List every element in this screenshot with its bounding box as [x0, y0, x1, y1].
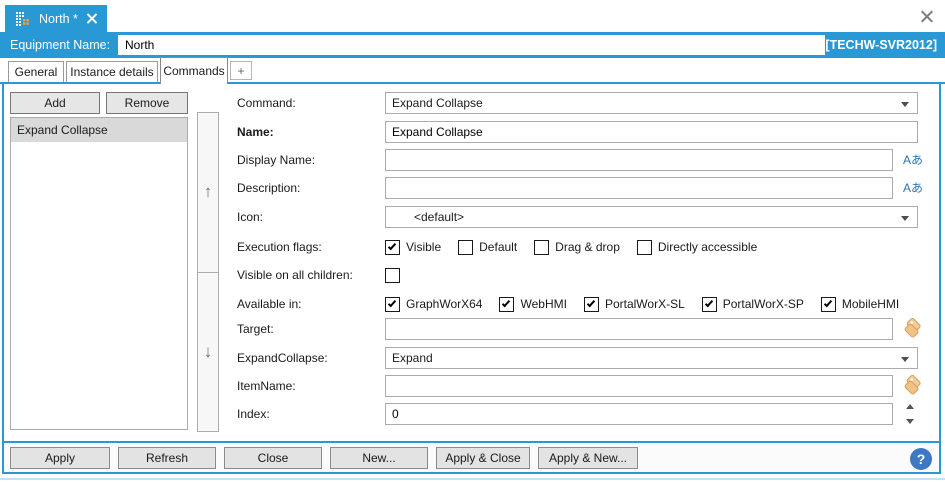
move-up-button[interactable]: ↑ [198, 113, 218, 273]
tab-commands[interactable]: Commands [160, 57, 228, 84]
frame-line-bottom [2, 472, 941, 474]
server-name-badge: [TECHW-SVR2012] [825, 38, 937, 52]
refresh-button[interactable]: Refresh [118, 446, 216, 469]
visible-all-children-checkbox[interactable] [385, 267, 400, 283]
tab-instance-details[interactable]: Instance details [66, 61, 158, 82]
target-label: Target: [237, 322, 274, 336]
checkbox-checked-icon[interactable] [499, 296, 515, 312]
apply-new-button[interactable]: Apply & New... [538, 446, 638, 469]
equipment-editor-window: North * Equipment Name: [TECHW-SVR2012] … [0, 0, 945, 483]
new-button[interactable]: New... [330, 446, 428, 469]
spinner-down-icon[interactable] [906, 419, 914, 424]
frame-line-top [0, 82, 945, 84]
localize-icon[interactable]: Aあ [903, 149, 927, 171]
flag-visible[interactable]: Visible [385, 239, 441, 255]
visible-all-children-group [385, 266, 400, 284]
frame-line-footer-divider [2, 441, 941, 443]
item-name-input[interactable] [385, 375, 893, 397]
add-command-button[interactable]: Add [10, 92, 100, 114]
flag-drag-drop[interactable]: Drag & drop [534, 239, 620, 255]
available-in-group: GraphWorX64 WebHMI PortalWorX-SL PortalW… [385, 295, 899, 313]
frame-line-left [2, 82, 4, 474]
icon-label: Icon: [237, 210, 264, 224]
chevron-down-icon [901, 216, 909, 221]
icon-dropdown-value: <default> [414, 210, 465, 224]
help-button[interactable]: ? [910, 448, 932, 470]
apply-button[interactable]: Apply [10, 446, 110, 469]
localize-icon[interactable]: Aあ [903, 177, 927, 199]
document-tab-title: North * [39, 11, 78, 26]
down-arrow-icon: ↓ [203, 341, 213, 361]
visible-all-children-label: Visible on all children: [237, 268, 353, 282]
description-label: Description: [237, 181, 301, 195]
available-mobilehmi[interactable]: MobileHMI [820, 296, 899, 312]
index-input[interactable] [385, 403, 893, 425]
chevron-down-icon [901, 357, 909, 362]
description-input[interactable] [385, 177, 893, 199]
available-webhmi[interactable]: WebHMI [499, 296, 567, 312]
frame-line-right [939, 82, 941, 474]
checkbox-checked-icon[interactable] [385, 239, 400, 255]
flag-directly-accessible[interactable]: Directly accessible [636, 239, 757, 255]
equipment-name-label: Equipment Name: [10, 38, 111, 52]
remove-command-button[interactable]: Remove [106, 92, 188, 114]
command-list-item[interactable]: Expand Collapse [11, 118, 187, 142]
name-label: Name: [237, 125, 274, 139]
name-input[interactable] [385, 121, 918, 143]
expand-collapse-dropdown[interactable]: Expand [385, 347, 918, 369]
spinner-up-icon[interactable] [906, 404, 914, 409]
equipment-name-bar: Equipment Name: [TECHW-SVR2012] [0, 32, 945, 58]
equipment-name-input[interactable] [118, 35, 825, 55]
available-in-label: Available in: [237, 297, 302, 311]
item-name-label: ItemName: [237, 379, 296, 393]
move-down-button[interactable]: ↓ [198, 272, 218, 431]
expand-collapse-label: ExpandCollapse: [237, 351, 328, 365]
equipment-icon [16, 11, 29, 26]
command-dropdown[interactable]: Expand Collapse [385, 92, 918, 114]
chevron-down-icon [901, 102, 909, 107]
reorder-strip: ↑ ↓ [197, 112, 219, 432]
available-portalworx-sl[interactable]: PortalWorX-SL [583, 296, 685, 312]
available-graphworx64[interactable]: GraphWorX64 [385, 296, 482, 312]
flag-default[interactable]: Default [458, 239, 517, 255]
target-input[interactable] [385, 318, 893, 340]
window-close-icon[interactable] [920, 9, 934, 23]
index-label: Index: [237, 407, 270, 421]
close-button[interactable]: Close [224, 446, 322, 469]
icon-dropdown[interactable]: <default> [385, 206, 918, 228]
window-bottom-accent [0, 478, 945, 480]
checkbox-checked-icon[interactable] [701, 296, 717, 312]
tab-add-icon[interactable]: + [230, 61, 252, 80]
execution-flags-label: Execution flags: [237, 240, 322, 254]
up-arrow-icon: ↑ [203, 182, 213, 202]
checkbox-checked-icon[interactable] [385, 296, 400, 312]
apply-close-button[interactable]: Apply & Close [436, 446, 530, 469]
command-label: Command: [237, 96, 296, 110]
tag-browse-icon[interactable] [900, 375, 922, 397]
display-name-label: Display Name: [237, 153, 316, 167]
checkbox-unchecked-icon[interactable] [385, 267, 400, 283]
command-dropdown-value: Expand Collapse [392, 96, 483, 110]
index-spinner [902, 404, 918, 424]
tab-general[interactable]: General [8, 61, 64, 82]
tab-close-icon[interactable] [86, 13, 97, 24]
checkbox-checked-icon[interactable] [820, 296, 836, 312]
document-tabbar: North * [0, 0, 945, 32]
tag-browse-icon[interactable] [900, 318, 922, 340]
display-name-input[interactable] [385, 149, 893, 171]
checkbox-checked-icon[interactable] [583, 296, 599, 312]
command-list[interactable]: Expand Collapse [10, 117, 188, 430]
page-tab-row: General Instance details Commands + [0, 57, 945, 84]
help-icon: ? [916, 451, 926, 467]
document-tab-north[interactable]: North * [5, 5, 107, 32]
expand-collapse-dropdown-value: Expand [392, 351, 433, 365]
checkbox-unchecked-icon[interactable] [458, 239, 474, 255]
checkbox-unchecked-icon[interactable] [534, 239, 550, 255]
execution-flags-group: Visible Default Drag & drop Directly acc… [385, 238, 757, 256]
available-portalworx-sp[interactable]: PortalWorX-SP [701, 296, 804, 312]
checkbox-unchecked-icon[interactable] [636, 239, 652, 255]
footer-bar: Apply Refresh Close New... Apply & Close… [4, 443, 939, 472]
